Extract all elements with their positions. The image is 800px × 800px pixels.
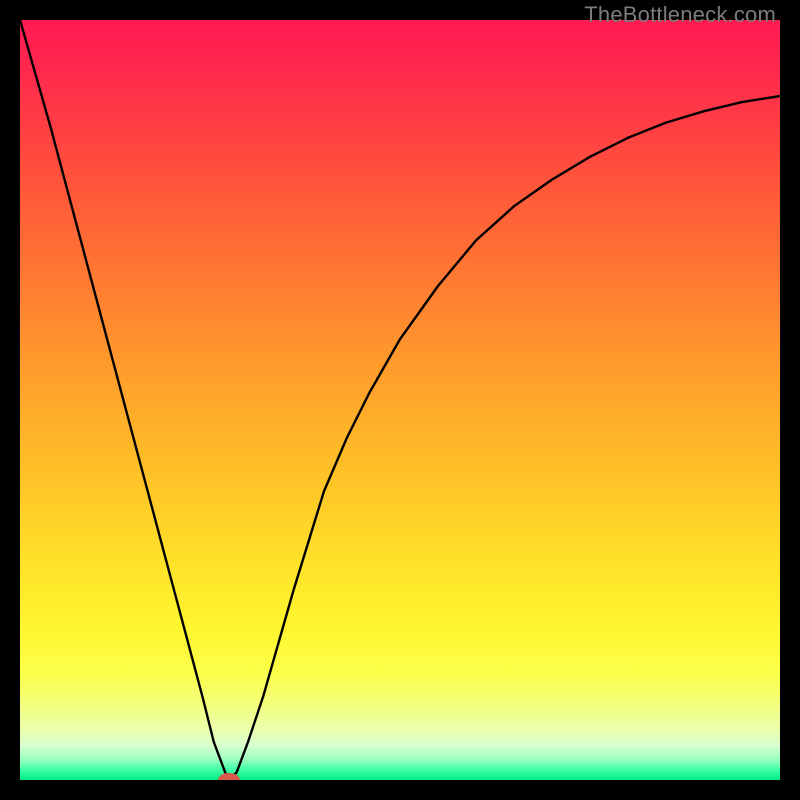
gradient-background: [20, 20, 780, 780]
chart-frame: [20, 20, 780, 780]
bottleneck-chart: [20, 20, 780, 780]
watermark-text: TheBottleneck.com: [584, 2, 776, 28]
